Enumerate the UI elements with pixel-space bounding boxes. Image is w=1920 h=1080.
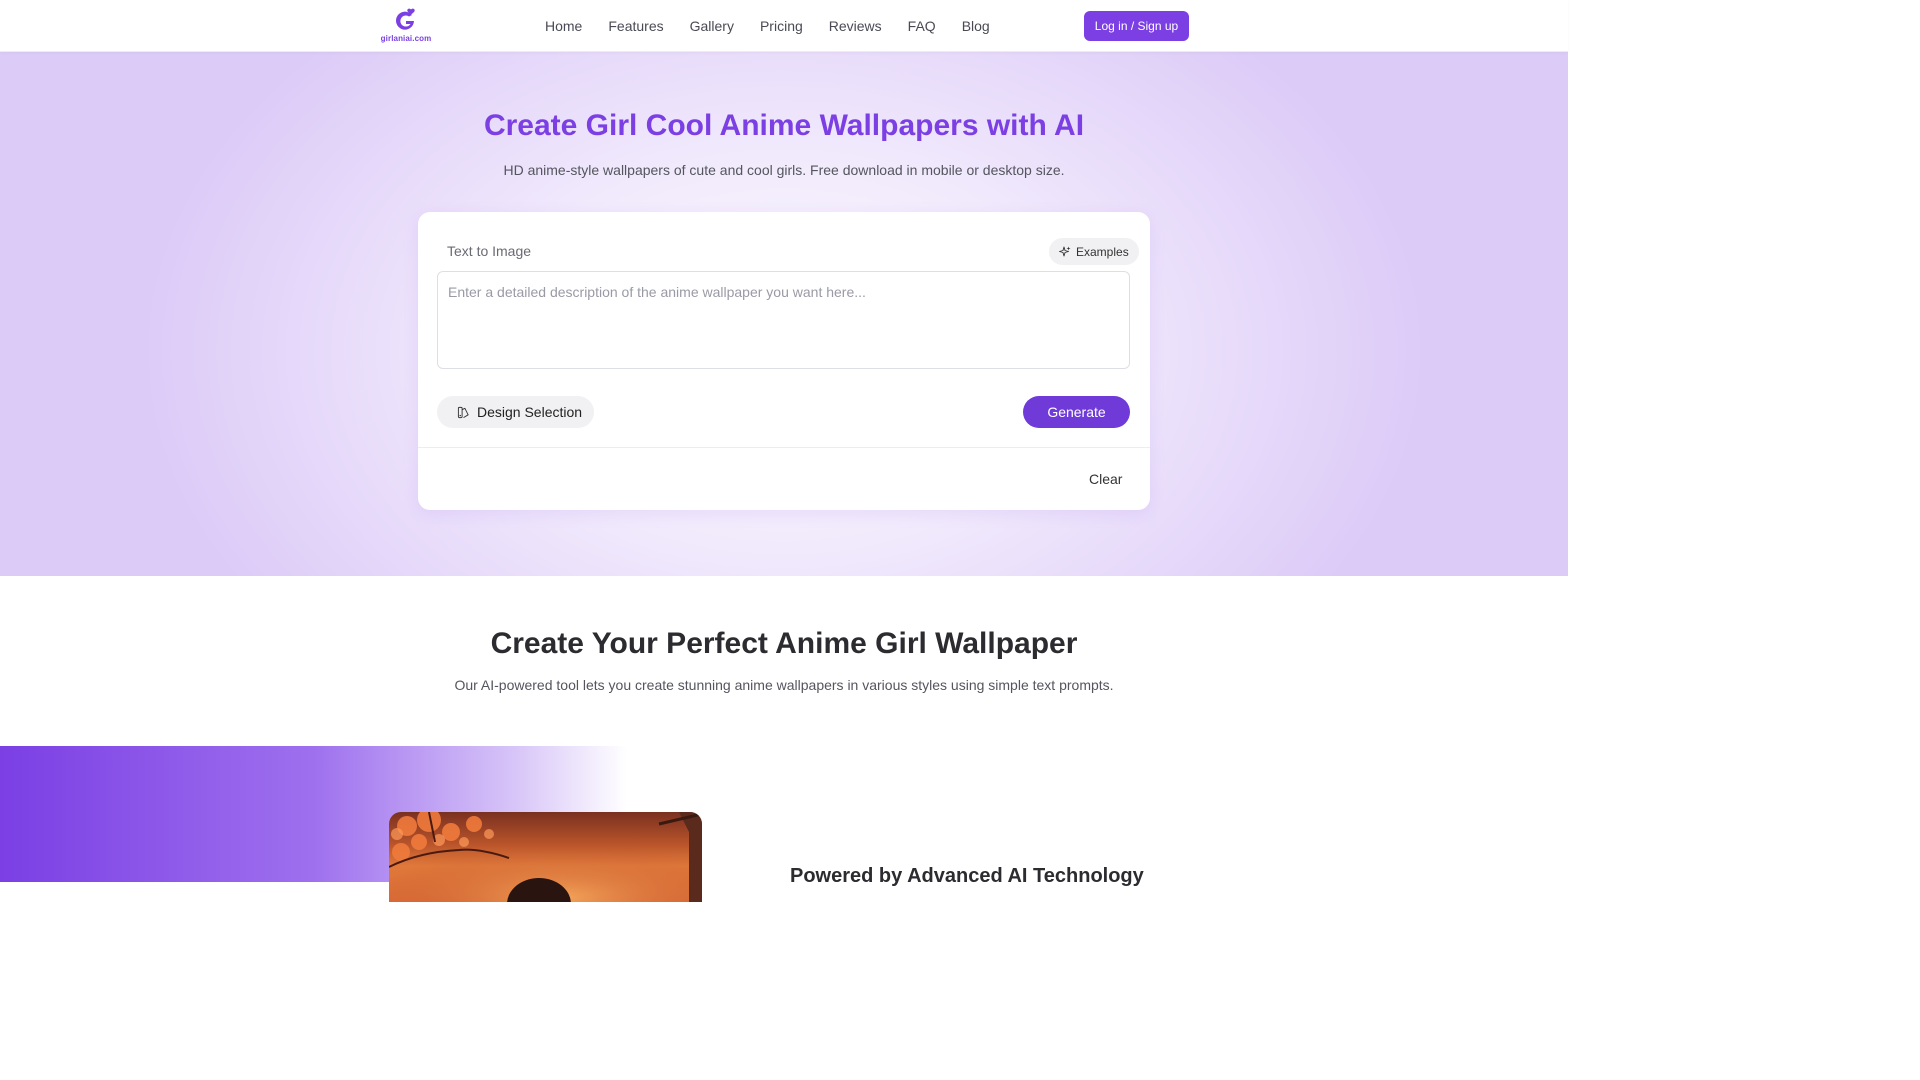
card-divider — [418, 447, 1150, 448]
hero-subtitle: HD anime-style wallpapers of cute and co… — [503, 162, 1065, 178]
clear-button[interactable]: Clear — [1089, 471, 1122, 487]
girlaniai-logo-icon — [396, 8, 415, 30]
section-title: Create Your Perfect Anime Girl Wallpaper — [490, 627, 1078, 660]
examples-label: Examples — [1076, 244, 1129, 259]
feature-section: Powered by Advanced AI Technology — [0, 746, 1568, 902]
section-subtitle: Our AI-powered tool lets you create stun… — [454, 677, 1114, 693]
login-signup-button[interactable]: Log in / Sign up — [1084, 11, 1189, 41]
hero-title: Create Girl Cool Anime Wallpapers with A… — [483, 109, 1085, 142]
nav-home[interactable]: Home — [545, 18, 582, 34]
nav-faq[interactable]: FAQ — [908, 18, 936, 34]
main-nav: Home Features Gallery Pricing Reviews FA… — [532, 0, 1003, 52]
feature-heading: Powered by Advanced AI Technology — [790, 865, 1144, 887]
nav-blog[interactable]: Blog — [962, 18, 990, 34]
nav-pricing[interactable]: Pricing — [760, 18, 803, 34]
feature-preview-image — [389, 812, 702, 902]
hero-section: Create Girl Cool Anime Wallpapers with A… — [0, 52, 1568, 576]
nav-reviews[interactable]: Reviews — [829, 18, 882, 34]
prompt-input[interactable] — [437, 271, 1130, 369]
nav-features[interactable]: Features — [608, 18, 663, 34]
generator-card: Text to Image Examples Design Selection … — [418, 212, 1150, 510]
nav-gallery[interactable]: Gallery — [690, 18, 734, 34]
generate-button[interactable]: Generate — [1023, 396, 1130, 428]
sparkles-icon — [1059, 246, 1071, 256]
anime-wallpaper-image — [389, 812, 702, 902]
site-logo[interactable]: girlaniai.com — [380, 6, 432, 46]
logo-wordmark: girlaniai.com — [380, 34, 432, 43]
top-navigation-bar: girlaniai.com Home Features Gallery Pric… — [0, 0, 1568, 52]
design-selection-label: Design Selection — [477, 404, 583, 420]
examples-button[interactable]: Examples — [1049, 238, 1139, 265]
mode-label: Text to Image — [447, 243, 532, 259]
design-selection-button[interactable]: Design Selection — [437, 396, 594, 428]
palette-icon — [457, 406, 469, 418]
